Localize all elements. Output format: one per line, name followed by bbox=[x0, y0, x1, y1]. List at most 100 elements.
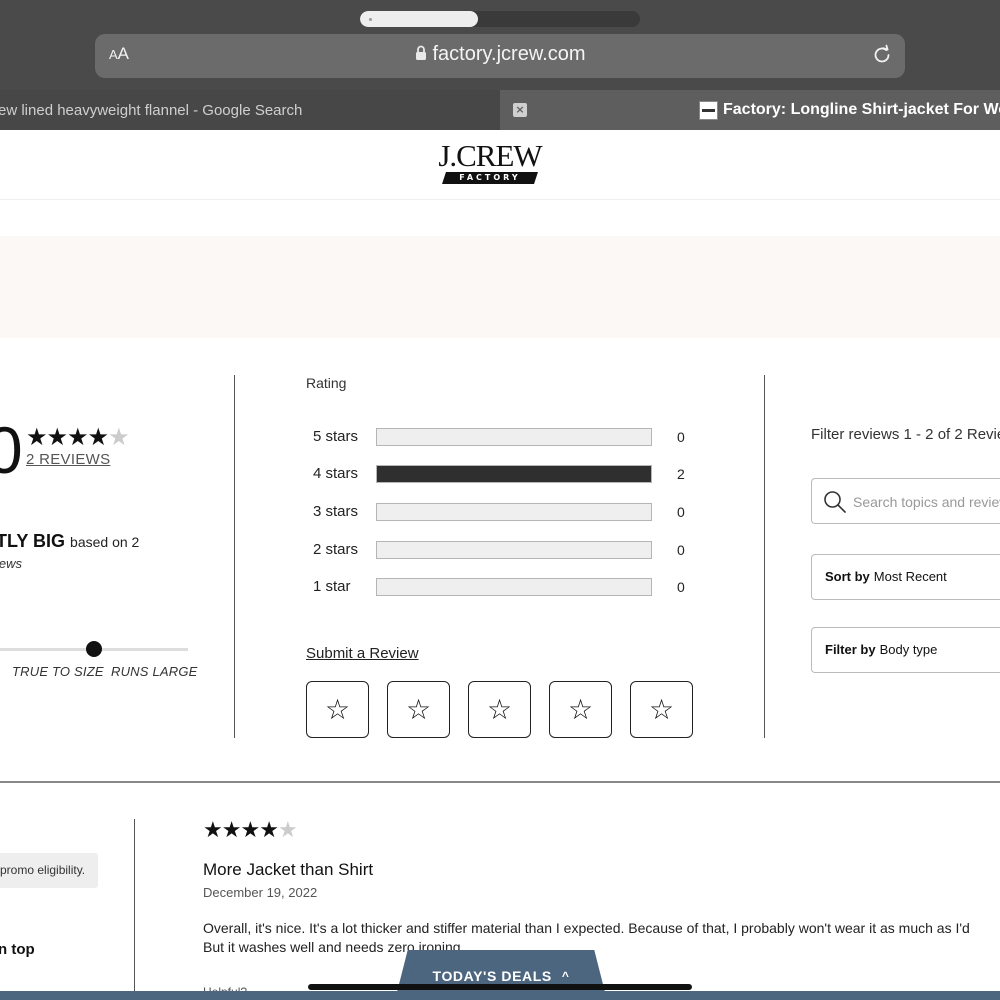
histogram-bar bbox=[376, 503, 652, 521]
histogram-row-count: 0 bbox=[677, 542, 685, 558]
histogram-row-label: 5 stars bbox=[313, 428, 359, 445]
star-outline-icon: ☆ bbox=[405, 692, 432, 726]
page-indicator bbox=[360, 11, 640, 27]
star-outline-icon: ☆ bbox=[486, 692, 513, 726]
reviews-count-link[interactable]: 2 REVIEWS bbox=[26, 451, 110, 468]
fit-scale-marker bbox=[86, 641, 102, 657]
promo-banner bbox=[0, 236, 1000, 338]
sort-by-label-text: Sort by bbox=[825, 569, 870, 584]
star-filled-icon: ★ bbox=[203, 818, 223, 843]
histogram-row-count: 0 bbox=[677, 429, 685, 445]
sort-by-value: Most Recent bbox=[873, 569, 947, 584]
tab-favicon-icon bbox=[699, 101, 718, 120]
submit-review-link[interactable]: Submit a Review bbox=[306, 645, 419, 662]
todays-deals-button[interactable]: TODAY'S DEALS ^ bbox=[395, 950, 607, 1000]
home-indicator bbox=[308, 984, 692, 990]
rate-star-button[interactable]: ☆ bbox=[387, 681, 450, 738]
rate-star-button[interactable]: ☆ bbox=[468, 681, 531, 738]
star-empty-icon: ★ bbox=[108, 423, 129, 451]
tab-title: Factory: Longline Shirt-jacket For Wom bbox=[723, 101, 1000, 118]
histogram-row-label: 4 stars bbox=[313, 465, 359, 482]
tab-jcrew-factory[interactable]: × Factory: Longline Shirt-jacket For Wom bbox=[500, 90, 1000, 130]
filter-count-text: Filter reviews 1 - 2 of 2 Reviews bbox=[811, 426, 1000, 443]
histogram-bar bbox=[376, 578, 652, 596]
url-text: factory.jcrew.com bbox=[432, 43, 586, 65]
review-body: Overall, it's nice. It's a lot thicker a… bbox=[203, 919, 1000, 957]
tab-bar: ew lined heavyweight flannel - Google Se… bbox=[0, 90, 1000, 130]
review-body-line: Overall, it's nice. It's a lot thicker a… bbox=[203, 920, 970, 936]
search-icon bbox=[824, 491, 846, 513]
site-header: J.CREW FACTORY bbox=[0, 130, 1000, 200]
histogram-row-label: 1 star bbox=[313, 578, 351, 595]
review-title: More Jacket than Shirt bbox=[203, 860, 374, 879]
rate-star-button[interactable]: ☆ bbox=[549, 681, 612, 738]
chevron-up-icon: ^ bbox=[561, 969, 570, 983]
lock-icon bbox=[415, 45, 426, 60]
sidebar-heading: n top bbox=[0, 941, 35, 958]
histogram-row-count: 2 bbox=[677, 466, 685, 482]
average-rating-number: 0 bbox=[0, 413, 23, 487]
browser-chrome: AA factory.jcrew.com bbox=[0, 0, 1000, 90]
star-outline-icon: ☆ bbox=[567, 692, 594, 726]
histogram-row-count: 0 bbox=[677, 504, 685, 520]
histogram-row[interactable]: 4 stars 2 bbox=[313, 464, 693, 484]
sort-by-select[interactable]: Sort by Most Recent bbox=[811, 554, 1000, 600]
star-outline-icon: ☆ bbox=[648, 692, 675, 726]
filter-by-label: Filter by Body type bbox=[825, 642, 937, 657]
rate-star-button[interactable]: ☆ bbox=[630, 681, 693, 738]
address-bar[interactable]: AA factory.jcrew.com bbox=[95, 34, 905, 78]
todays-deals-label: TODAY'S DEALS ^ bbox=[395, 968, 607, 984]
star-outline-icon: ☆ bbox=[324, 692, 351, 726]
star-empty-icon: ★ bbox=[277, 818, 298, 843]
rating-heading: Rating bbox=[306, 375, 347, 391]
star-filled-icon: ★ bbox=[221, 818, 242, 843]
url-display[interactable]: factory.jcrew.com bbox=[95, 43, 905, 66]
fit-label-runs-large: RUNS LARGE bbox=[111, 664, 198, 679]
search-reviews-input[interactable]: Search topics and reviews bbox=[811, 478, 1000, 524]
column-divider bbox=[234, 375, 235, 738]
star-filled-icon: ★ bbox=[259, 818, 279, 843]
review-date: December 19, 2022 bbox=[203, 885, 318, 900]
histogram-bar-fill bbox=[377, 466, 651, 482]
fit-verdict-text: TLY BIG bbox=[0, 531, 66, 551]
histogram-row[interactable]: 2 stars 0 bbox=[313, 540, 693, 560]
filter-by-label-text: Filter by bbox=[825, 642, 876, 657]
section-divider bbox=[0, 781, 1000, 783]
histogram-row[interactable]: 5 stars 0 bbox=[313, 427, 693, 447]
histogram-bar bbox=[376, 541, 652, 559]
tab-title: ew lined heavyweight flannel - Google Se… bbox=[0, 102, 303, 119]
fit-based-on: based on 2 bbox=[70, 534, 140, 550]
tab-close-icon[interactable]: × bbox=[513, 103, 527, 117]
page-indicator-fill bbox=[360, 11, 478, 27]
rate-star-button[interactable]: ☆ bbox=[306, 681, 369, 738]
star-filled-icon: ★ bbox=[26, 423, 47, 451]
promo-eligibility-note: promo eligibility. bbox=[0, 853, 98, 888]
review-body-line: But it washes well and needs zero ironin… bbox=[203, 939, 465, 955]
histogram-row-label: 2 stars bbox=[313, 541, 359, 558]
search-placeholder: Search topics and reviews bbox=[853, 494, 1000, 510]
review-star-rating: ★★★★★ bbox=[203, 818, 298, 843]
todays-deals-text: TODAY'S DEALS bbox=[432, 968, 552, 984]
jcrew-factory-logo[interactable]: J.CREW FACTORY bbox=[433, 140, 547, 190]
star-filled-icon: ★ bbox=[87, 423, 109, 451]
tab-google-search[interactable]: ew lined heavyweight flannel - Google Se… bbox=[0, 90, 500, 130]
histogram-row[interactable]: 1 star 0 bbox=[313, 577, 693, 597]
average-star-rating: ★★★★★ bbox=[26, 423, 130, 451]
reload-icon[interactable] bbox=[871, 44, 893, 66]
fit-reviews-label: iews bbox=[0, 556, 23, 571]
column-divider bbox=[764, 375, 765, 738]
star-filled-icon: ★ bbox=[240, 818, 260, 843]
star-filled-icon: ★ bbox=[67, 423, 88, 451]
filter-by-value: Body type bbox=[879, 642, 938, 657]
histogram-row-label: 3 stars bbox=[313, 503, 359, 520]
logo-factory-badge: FACTORY bbox=[442, 172, 538, 184]
star-filled-icon: ★ bbox=[46, 423, 68, 451]
filter-by-select[interactable]: Filter by Body type bbox=[811, 627, 1000, 673]
histogram-bar bbox=[376, 465, 652, 483]
review-divider bbox=[134, 819, 135, 1000]
sort-by-label: Sort by Most Recent bbox=[825, 569, 947, 584]
logo-wordmark: J.CREW bbox=[438, 138, 542, 173]
promo-eligibility-text: promo eligibility. bbox=[0, 863, 86, 877]
histogram-row[interactable]: 3 stars 0 bbox=[313, 502, 693, 522]
histogram-bar bbox=[376, 428, 652, 446]
